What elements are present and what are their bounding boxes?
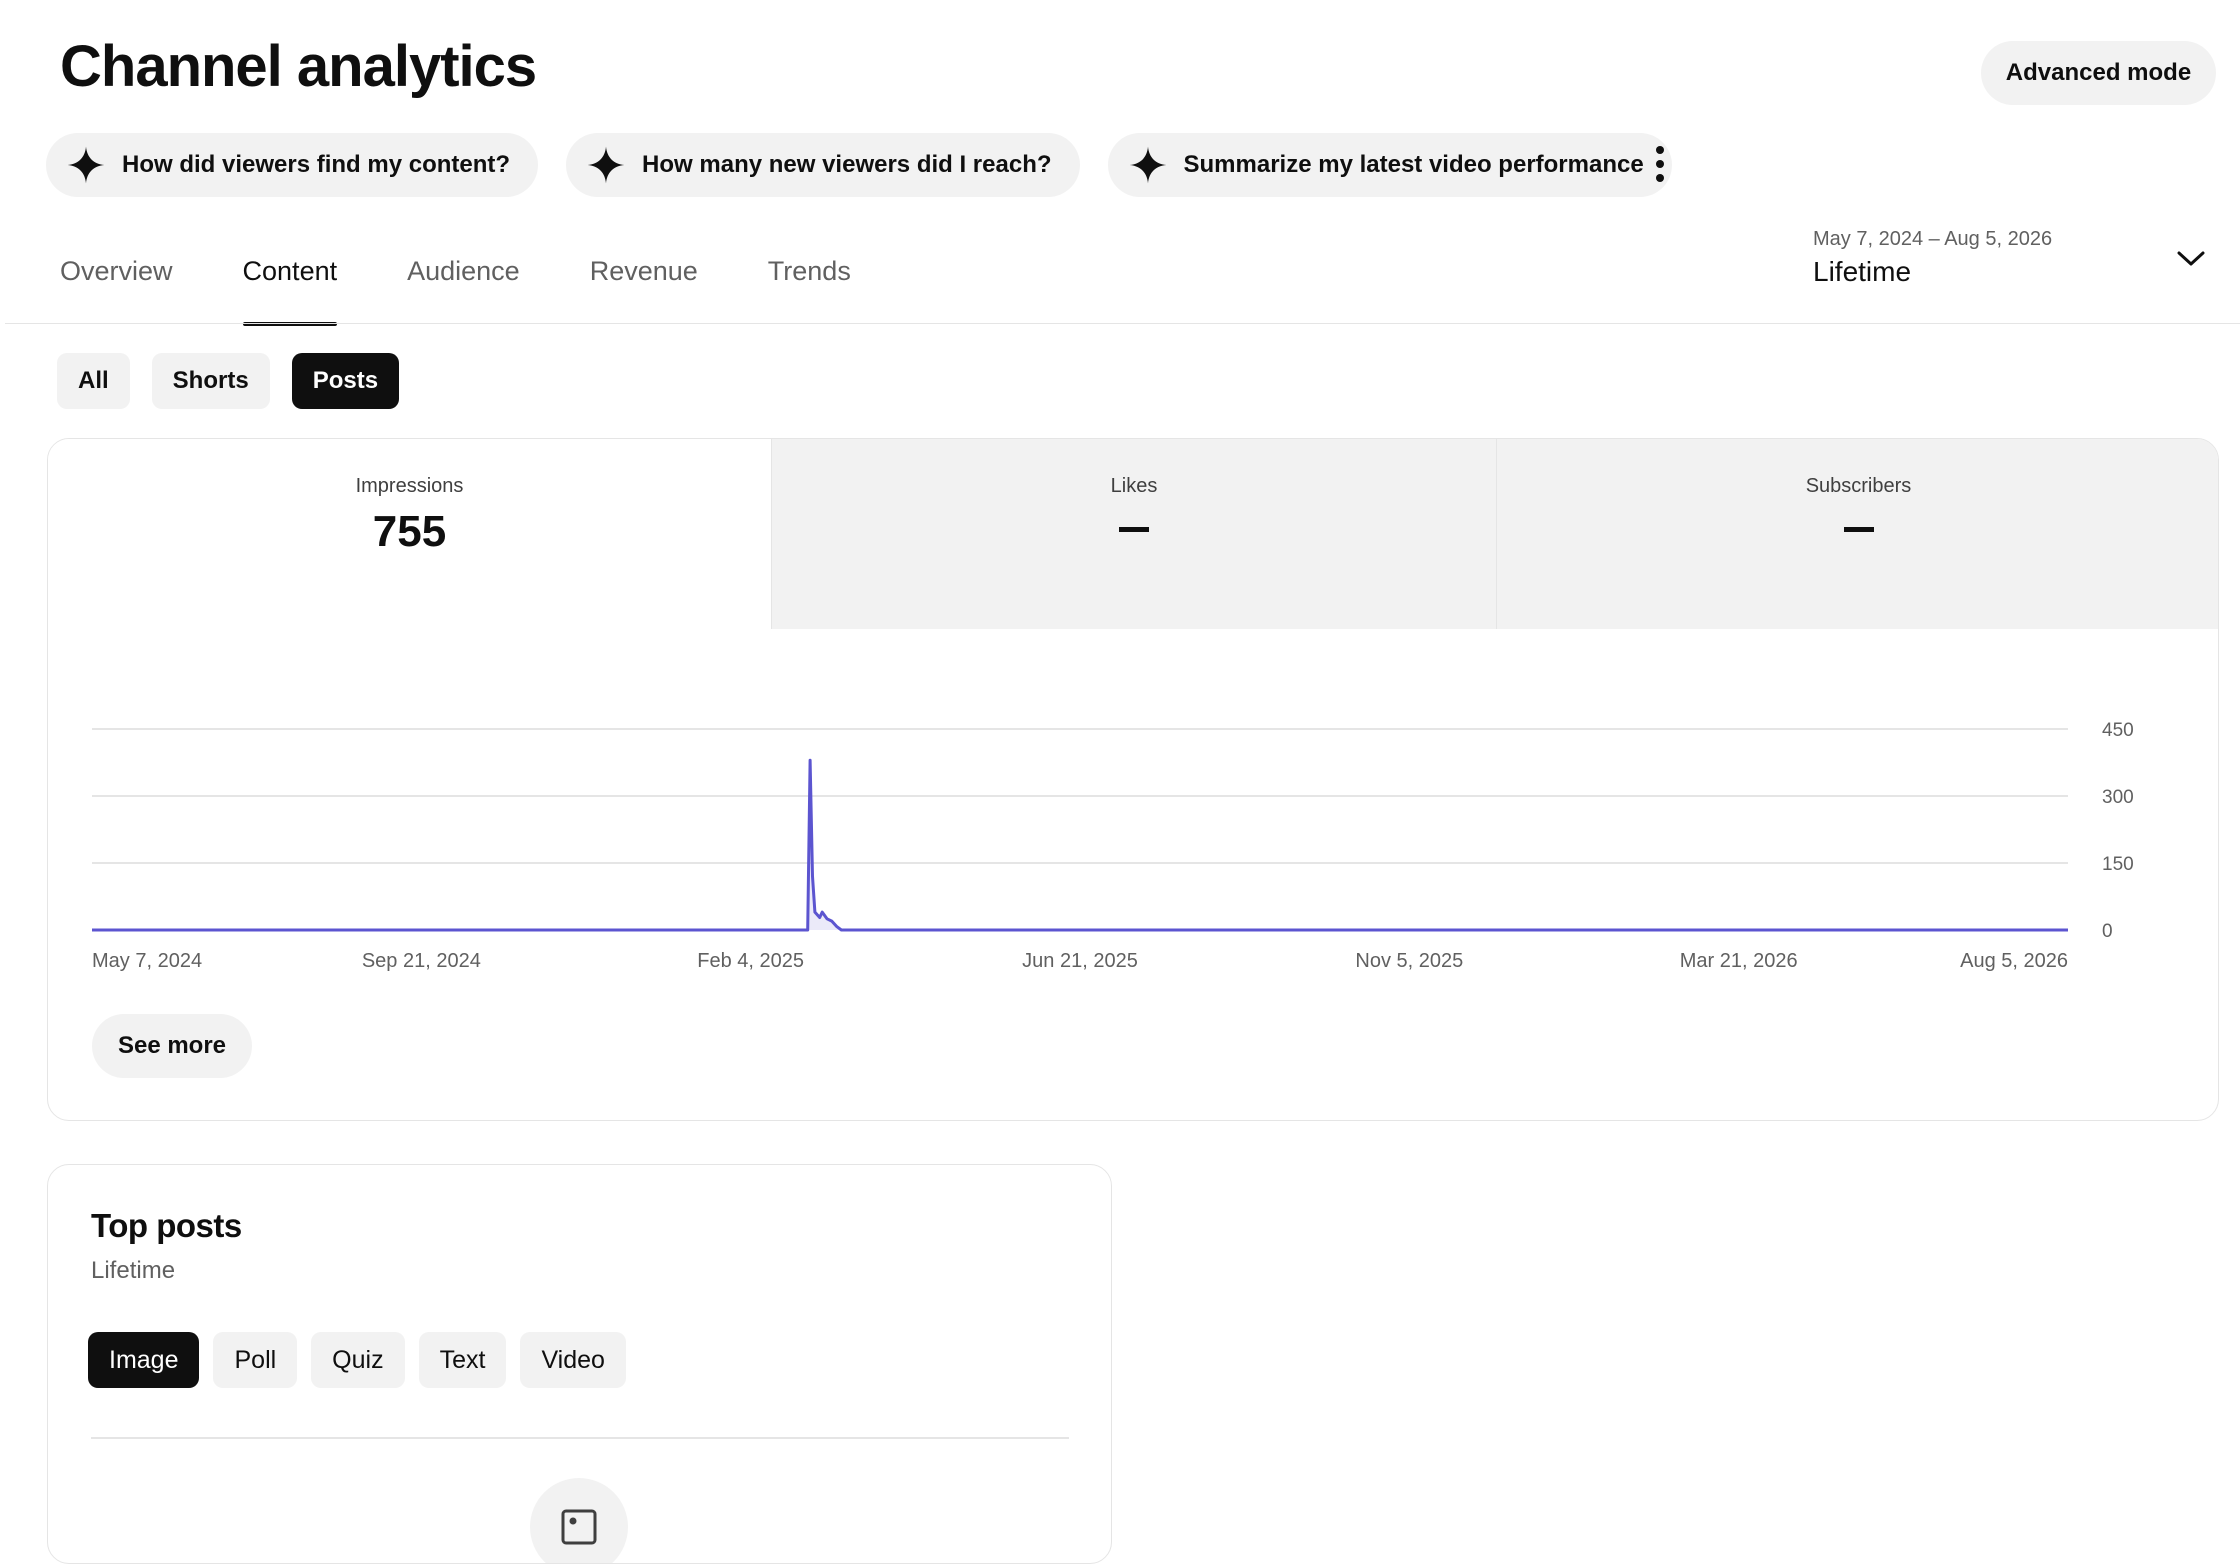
more-options-icon[interactable] bbox=[1640, 142, 1680, 186]
series-area bbox=[92, 760, 2068, 930]
series-line bbox=[92, 758, 2068, 932]
image-icon bbox=[561, 1509, 597, 1545]
top-posts-divider bbox=[91, 1437, 1069, 1439]
post-type-poll[interactable]: Poll bbox=[213, 1332, 298, 1388]
tab-revenue[interactable]: Revenue bbox=[590, 256, 698, 322]
metrics-card: Impressions 755 Likes Subscribers 0 150 30… bbox=[47, 438, 2219, 1121]
x-tick-label: Jun 21, 2025 bbox=[1022, 950, 1138, 972]
filter-shorts[interactable]: Shorts bbox=[151, 353, 270, 409]
impressions-chart: 0 150 300 450 May 7, 2024 Sep 21, 2024 Feb 4, … bbox=[92, 720, 2134, 972]
date-range-selector[interactable]: May 7, 2024 – Aug 5, 2026 Lifetime bbox=[1813, 224, 2052, 290]
x-tick-label: May 7, 2024 bbox=[92, 950, 202, 972]
sparkle-icon bbox=[587, 146, 625, 184]
ai-prompt-chip[interactable]: How did viewers find my content? bbox=[46, 133, 539, 197]
tabs-divider bbox=[5, 323, 2240, 324]
y-tick-label: 300 bbox=[2102, 787, 2134, 808]
content-filters: All Shorts Posts bbox=[57, 353, 400, 409]
post-type-quiz[interactable]: Quiz bbox=[311, 1332, 405, 1388]
ai-prompt-chips: How did viewers find my content? How man… bbox=[46, 133, 1672, 197]
sparkle-icon bbox=[1129, 146, 1166, 184]
post-type-text[interactable]: Text bbox=[418, 1332, 507, 1388]
tab-content[interactable]: Content bbox=[242, 256, 337, 326]
tab-trends[interactable]: Trends bbox=[768, 256, 851, 322]
top-posts-subtitle: Lifetime bbox=[91, 1257, 176, 1284]
y-tick-label: 150 bbox=[2102, 854, 2134, 875]
ai-prompt-label: How did viewers find my content? bbox=[122, 151, 511, 178]
filter-all[interactable]: All bbox=[57, 353, 130, 409]
tab-overview[interactable]: Overview bbox=[60, 256, 173, 322]
x-tick-label: Nov 5, 2025 bbox=[1355, 950, 1463, 972]
y-tick-label: 0 bbox=[2102, 921, 2113, 942]
date-range-dates: May 7, 2024 – Aug 5, 2026 bbox=[1813, 228, 2053, 250]
ai-prompt-label: How many new viewers did I reach? bbox=[642, 151, 1052, 178]
date-range-label: Lifetime bbox=[1813, 256, 1912, 287]
tab-audience[interactable]: Audience bbox=[407, 256, 520, 322]
ai-prompt-label: Summarize my latest video performance bbox=[1183, 151, 1644, 178]
see-more-button[interactable]: See more bbox=[92, 1014, 252, 1078]
advanced-mode-button[interactable]: Advanced mode bbox=[1981, 41, 2216, 105]
post-type-image[interactable]: Image bbox=[88, 1332, 200, 1388]
filter-posts[interactable]: Posts bbox=[291, 353, 400, 409]
x-tick-label: Aug 5, 2026 bbox=[1960, 950, 2068, 972]
top-posts-card: Top posts Lifetime Image Poll Quiz Text … bbox=[47, 1164, 1112, 1564]
post-type-filters: Image Poll Quiz Text Video bbox=[88, 1332, 626, 1388]
x-tick-label: Sep 21, 2024 bbox=[362, 950, 481, 972]
page-title: Channel analytics bbox=[60, 34, 537, 99]
ai-prompt-chip[interactable]: How many new viewers did I reach? bbox=[566, 133, 1080, 197]
chevron-down-icon[interactable] bbox=[2176, 249, 2206, 269]
top-posts-title: Top posts bbox=[91, 1207, 242, 1244]
sparkle-icon bbox=[67, 146, 105, 184]
analytics-tabs: Overview Content Audience Revenue Trends bbox=[60, 256, 921, 326]
y-tick-label: 450 bbox=[2102, 720, 2134, 741]
x-tick-label: Feb 4, 2025 bbox=[697, 950, 804, 972]
post-type-video[interactable]: Video bbox=[520, 1332, 626, 1388]
ai-prompt-chip[interactable]: Summarize my latest video performance bbox=[1107, 133, 1672, 197]
x-tick-label: Mar 21, 2026 bbox=[1680, 950, 1798, 972]
post-placeholder bbox=[530, 1478, 628, 1563]
